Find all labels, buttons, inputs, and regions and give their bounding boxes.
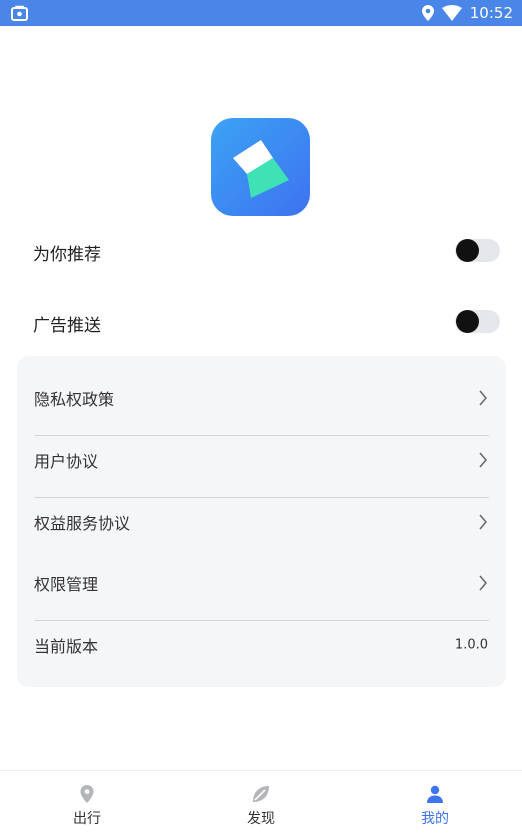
toggle-knob (456, 310, 479, 333)
status-right: 10:52 (421, 0, 513, 26)
settings-card: 隐私权政策 用户协议 权益服务协议 权限管理 当前版本 1.0.0 (17, 356, 506, 687)
menu-item-label: 权益服务协议 (34, 514, 131, 533)
logo-bolt-icon (233, 140, 289, 198)
ads-toggle[interactable] (455, 310, 500, 333)
version-value: 1.0.0 (454, 637, 488, 653)
chevron-right-icon (479, 452, 487, 468)
recommend-toggle[interactable] (455, 239, 500, 262)
status-time: 10:52 (469, 4, 513, 22)
app-logo (211, 118, 310, 216)
menu-item-version: 当前版本 1.0.0 (17, 614, 506, 676)
wifi-icon (441, 5, 462, 21)
toggle-row-recommend: 为你推荐 (0, 228, 522, 274)
location-icon (421, 5, 434, 21)
tab-label-active: 我的 (421, 811, 449, 827)
toggle-knob (456, 239, 479, 262)
menu-item-label: 权限管理 (34, 575, 99, 594)
menu-item-benefits-agreement[interactable]: 权益服务协议 (17, 491, 506, 553)
tab-travel[interactable]: 出行 (27, 771, 147, 834)
version-label: 当前版本 (34, 637, 99, 656)
bottom-tab-bar: 出行 发现 我的 (0, 770, 522, 833)
chevron-right-icon (479, 575, 487, 591)
tab-mine[interactable]: 我的 (375, 771, 495, 834)
profile-user-icon (427, 785, 443, 803)
menu-item-user-agreement[interactable]: 用户协议 (17, 429, 506, 491)
menu-item-permissions[interactable]: 权限管理 (17, 552, 506, 614)
app-notification-icon (11, 5, 28, 21)
status-bar: 10:52 (0, 0, 522, 26)
tab-label: 发现 (247, 811, 275, 827)
menu-item-privacy-policy[interactable]: 隐私权政策 (17, 367, 506, 429)
toggle-row-ads: 广告推送 (0, 299, 522, 345)
toggle-label-ads: 广告推送 (33, 316, 101, 336)
location-pin-icon (80, 785, 94, 803)
chevron-right-icon (479, 390, 487, 406)
menu-item-label: 隐私权政策 (34, 390, 115, 409)
tab-label: 出行 (73, 811, 101, 827)
discover-leaf-icon (253, 786, 269, 802)
tab-discover[interactable]: 发现 (201, 771, 321, 834)
chevron-right-icon (479, 514, 487, 530)
toggle-label-recommend: 为你推荐 (33, 245, 101, 265)
menu-item-label: 用户协议 (34, 452, 99, 471)
